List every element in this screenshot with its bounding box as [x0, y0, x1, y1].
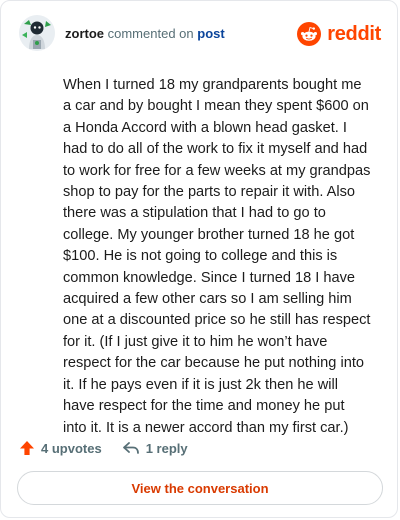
reply-arrow-icon [122, 442, 139, 454]
upvotes-count: 4 upvotes [41, 440, 102, 456]
comment-byline: zortoe commented on post [65, 26, 225, 42]
user-avatar[interactable] [19, 15, 55, 51]
reddit-wordmark: reddit [327, 22, 381, 45]
byline-action-text: commented on [107, 26, 194, 41]
reddit-brand[interactable]: reddit [297, 21, 381, 47]
comment-header: zortoe commented on post reddit [15, 15, 383, 55]
comment-actions: 4 upvotes 1 reply [19, 438, 188, 458]
avatar-image [19, 15, 55, 51]
reddit-logo-icon [297, 22, 322, 46]
username-link[interactable]: zortoe [65, 26, 104, 41]
replies-indicator[interactable]: 1 reply [122, 440, 188, 456]
post-link[interactable]: post [197, 26, 224, 41]
comment-body: When I turned 18 my grandparents bought … [63, 77, 371, 436]
view-conversation-button[interactable]: View the conversation [17, 471, 383, 505]
embedded-comment-card: zortoe commented on post reddit When I t… [0, 0, 398, 518]
upvote-arrow-icon [20, 441, 34, 455]
replies-count: 1 reply [145, 440, 188, 456]
upvotes-indicator[interactable]: 4 upvotes [19, 440, 102, 456]
